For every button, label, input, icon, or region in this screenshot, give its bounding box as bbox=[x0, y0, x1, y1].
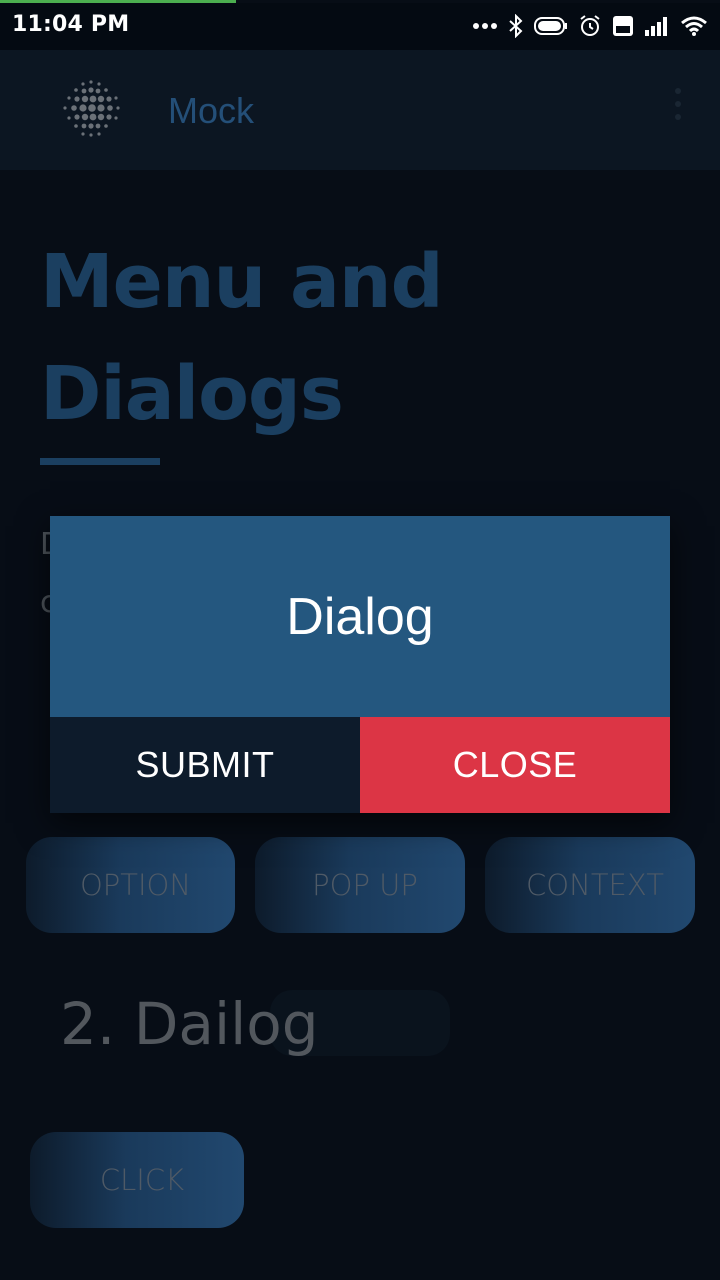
app-bar: Mock bbox=[0, 50, 720, 170]
dialog-header: Dialog bbox=[50, 516, 670, 717]
dialog-title: Dialog bbox=[286, 587, 434, 646]
dialog-close-button[interactable]: CLOSE bbox=[360, 717, 670, 813]
signal-icon bbox=[644, 16, 670, 36]
status-icons bbox=[472, 11, 708, 41]
status-bar: 11:04 PM bbox=[0, 3, 720, 50]
alarm-icon bbox=[578, 14, 602, 38]
heading-underline bbox=[40, 458, 160, 465]
battery-icon bbox=[534, 16, 568, 36]
section-title-dialog: 2. Dailog bbox=[60, 990, 319, 1058]
context-menu-button[interactable]: CONTEXT bbox=[485, 837, 695, 933]
bluetooth-icon bbox=[508, 14, 524, 38]
popup-menu-button[interactable]: POP UP bbox=[255, 837, 465, 933]
click-button[interactable]: CLICK bbox=[30, 1132, 244, 1228]
option-menu-button[interactable]: OPTION bbox=[26, 837, 235, 933]
dialog-modal: Dialog SUBMIT CLOSE bbox=[50, 516, 670, 813]
page-heading: Menu and Dialogs bbox=[40, 239, 444, 437]
volte-icon bbox=[612, 15, 634, 37]
status-time: 11:04 PM bbox=[12, 12, 130, 37]
dialog-submit-button[interactable]: SUBMIT bbox=[50, 717, 360, 813]
dotted-sphere-logo-icon bbox=[56, 74, 126, 144]
more-dots-icon bbox=[472, 22, 498, 30]
wifi-icon bbox=[680, 15, 708, 37]
app-title: Mock bbox=[168, 90, 255, 131]
overflow-menu-kebab-icon[interactable] bbox=[672, 88, 684, 128]
